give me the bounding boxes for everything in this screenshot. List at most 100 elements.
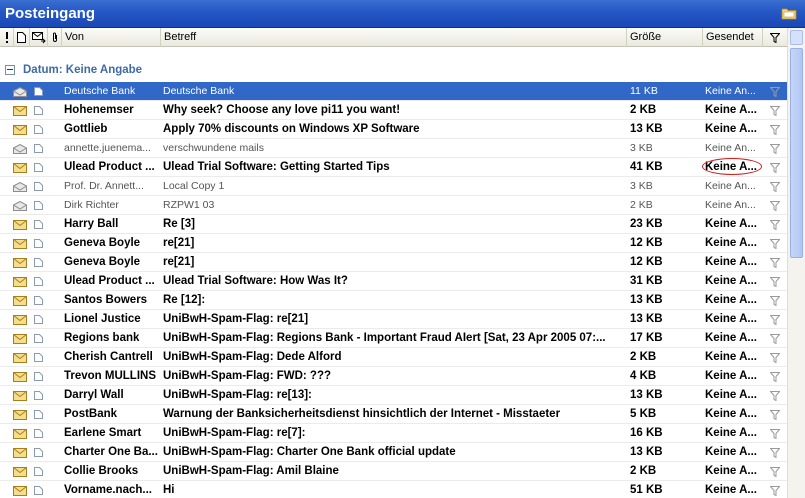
message-flag-cell[interactable] [766,177,784,196]
flag-icon[interactable] [770,486,780,496]
flag-icon[interactable] [770,448,780,458]
message-status-cell [13,234,29,253]
page-icon [34,144,43,153]
flag-icon[interactable] [770,87,780,97]
envelope-icon [13,448,27,458]
importance-icon [5,32,8,43]
importance-column-header[interactable] [0,28,14,47]
message-row[interactable]: Charter One Ba... UniBwH-Spam-Flag: Char… [0,443,787,462]
message-row[interactable]: Trevon MULLINS UniBwH-Spam-Flag: FWD: ??… [0,367,787,386]
message-row[interactable]: Lionel Justice UniBwH-Spam-Flag: re[21] … [0,310,787,329]
message-status-cell [13,120,29,139]
message-row[interactable]: Dirk Richter RZPW1 03 2 KB Keine An... [0,196,787,215]
flag-icon[interactable] [770,353,780,363]
sent-column-header[interactable]: Gesendet [703,28,763,47]
message-status-cell [13,481,29,498]
message-status-cell [13,196,29,215]
envelope-icon [13,429,27,439]
message-row[interactable]: Cherish Cantrell UniBwH-Spam-Flag: Dede … [0,348,787,367]
message-flag-cell[interactable] [766,367,784,386]
message-sent: Keine A... [705,256,757,268]
flag-icon[interactable] [770,182,780,192]
message-flag-cell[interactable] [766,272,784,291]
message-flag-cell[interactable] [766,424,784,443]
message-from: Trevon MULLINS [64,370,157,382]
message-row[interactable]: PostBank Warnung der Banksicherheitsdien… [0,405,787,424]
message-flag-cell[interactable] [766,196,784,215]
message-row[interactable]: Ulead Product ... Ulead Trial Software: … [0,158,787,177]
message-flag-cell[interactable] [766,405,784,424]
flag-icon[interactable] [770,106,780,116]
message-row[interactable]: annette.juenema... verschwundene mails 3… [0,139,787,158]
flag-icon[interactable] [770,372,780,382]
flag-icon[interactable] [770,125,780,135]
message-row[interactable]: Ulead Product ... Ulead Trial Software: … [0,272,787,291]
message-row[interactable]: Geneva Boyle re[21] 12 KB Keine A... [0,234,787,253]
message-flag-cell[interactable] [766,120,784,139]
message-flag-cell[interactable] [766,139,784,158]
flag-icon[interactable] [770,429,780,439]
message-status-cell [13,386,29,405]
message-flag-cell[interactable] [766,329,784,348]
message-row[interactable]: Regions bank UniBwH-Spam-Flag: Regions B… [0,329,787,348]
envelope-icon [13,372,27,382]
vertical-scrollbar[interactable] [787,28,805,498]
message-row[interactable]: Collie Brooks UniBwH-Spam-Flag: Amil Bla… [0,462,787,481]
message-row[interactable]: Hohenemser Why seek? Choose any love pi1… [0,101,787,120]
message-row[interactable]: Gottlieb Apply 70% discounts on Windows … [0,120,787,139]
message-row[interactable]: Darryl Wall UniBwH-Spam-Flag: re[13]: 13… [0,386,787,405]
message-flag-cell[interactable] [766,234,784,253]
message-flag-cell[interactable] [766,253,784,272]
message-row[interactable]: Earlene Smart UniBwH-Spam-Flag: re[7]: 1… [0,424,787,443]
flag-column-header[interactable] [763,28,787,47]
subject-column-header[interactable]: Betreff [161,28,627,47]
scroll-up-button[interactable] [790,30,803,45]
flag-icon[interactable] [770,467,780,477]
attachment-status-column-header[interactable] [30,28,48,47]
collapse-group-icon[interactable] [5,65,15,75]
message-flag-cell[interactable] [766,386,784,405]
folder-icon[interactable] [781,6,797,20]
flag-icon[interactable] [770,220,780,230]
message-flag-cell[interactable] [766,481,784,498]
flag-icon[interactable] [770,144,780,154]
message-list[interactable]: Datum: Keine Angabe Deutsche Bank Deutsc… [0,48,787,498]
message-flag-cell[interactable] [766,82,784,101]
message-flag-cell[interactable] [766,310,784,329]
message-row[interactable]: Santos Bowers Re [12]: 13 KB Keine A... [0,291,787,310]
page-icon [34,372,43,381]
flag-icon[interactable] [770,315,780,325]
message-row[interactable]: Prof. Dr. Annett... Local Copy 1 3 KB Ke… [0,177,787,196]
flag-icon[interactable] [770,201,780,211]
envelope-icon [13,163,27,173]
message-flag-cell[interactable] [766,462,784,481]
flag-icon[interactable] [770,239,780,249]
flag-icon[interactable] [770,334,780,344]
message-row[interactable]: Geneva Boyle re[21] 12 KB Keine A... [0,253,787,272]
flag-icon[interactable] [770,258,780,268]
message-flag-cell[interactable] [766,348,784,367]
message-row[interactable]: Vorname.nach... Hi 51 KB Keine A... [0,481,787,498]
message-flag-cell[interactable] [766,158,784,177]
scroll-thumb[interactable] [790,48,803,258]
flag-icon[interactable] [770,391,780,401]
message-flag-cell[interactable] [766,291,784,310]
message-flag-cell[interactable] [766,101,784,120]
message-row[interactable]: Harry Ball Re [3] 23 KB Keine A... [0,215,787,234]
page-icon [34,258,43,267]
size-column-header[interactable]: Größe [627,28,703,47]
group-header[interactable]: Datum: Keine Angabe [0,61,787,81]
flag-icon[interactable] [770,163,780,173]
message-row[interactable]: Deutsche Bank Deutsche Bank 11 KB Keine … [0,82,787,101]
from-column-header[interactable]: Von [62,28,161,47]
message-sent: Keine A... [705,332,757,344]
item-type-column-header[interactable] [14,28,30,47]
message-flag-cell[interactable] [766,215,784,234]
flag-icon[interactable] [770,296,780,306]
message-size: 12 KB [630,256,663,268]
message-from: Darryl Wall [64,389,124,401]
flag-icon[interactable] [770,410,780,420]
message-flag-cell[interactable] [766,443,784,462]
flag-icon[interactable] [770,277,780,287]
attachment-column-header[interactable] [48,28,62,47]
